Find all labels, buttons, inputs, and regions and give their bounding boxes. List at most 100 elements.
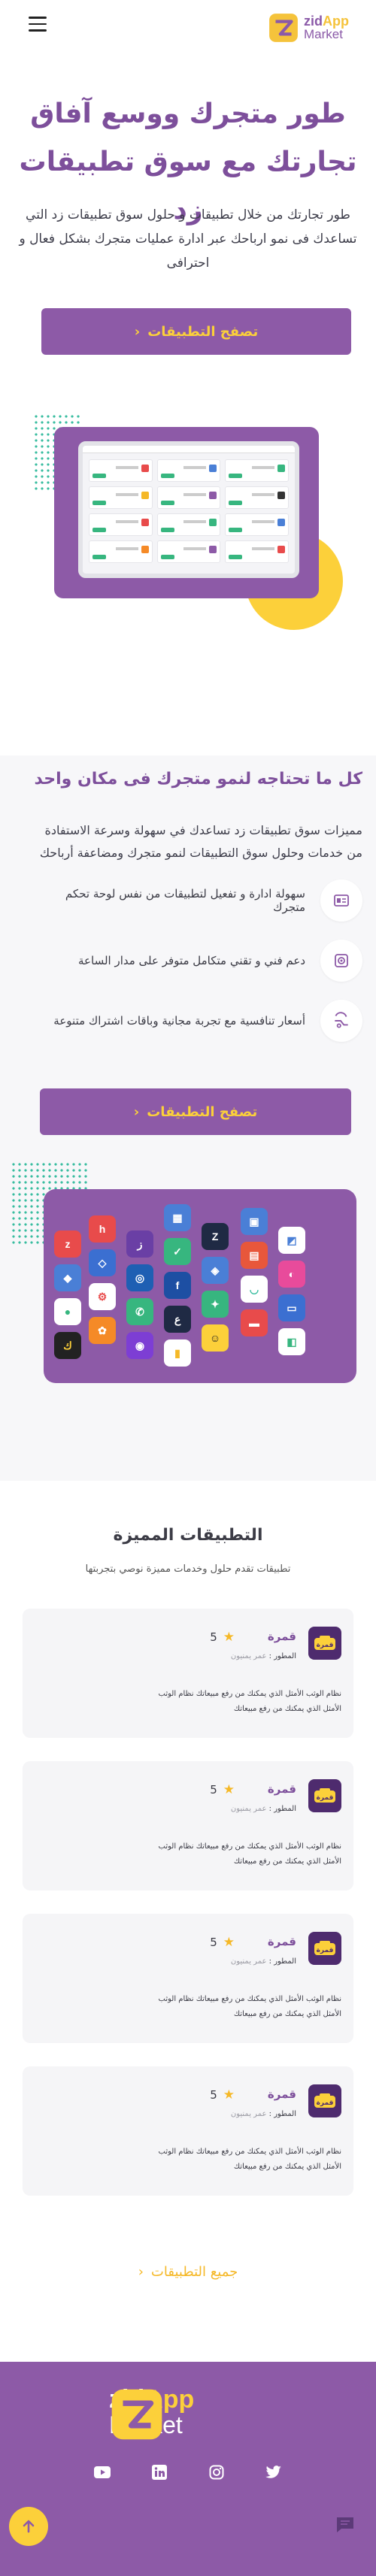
- browse-apps-button-2[interactable]: تصفح التطبيقات ‹: [40, 1088, 351, 1135]
- app-logo-icon: ◉: [126, 1332, 153, 1359]
- app-logo-icon: h: [89, 1215, 116, 1243]
- chevron-left-icon: ‹: [138, 2264, 144, 2280]
- developer-label: المطور :: [268, 1652, 296, 1660]
- dashboard-icon: [320, 879, 362, 922]
- app-rating: 5 ★: [210, 1630, 235, 1645]
- twitter-icon[interactable]: [265, 2464, 282, 2481]
- app-logo-icon: ▭: [278, 1294, 305, 1321]
- chat-icon[interactable]: [335, 2516, 355, 2534]
- app-rating: 5 ★: [210, 2087, 235, 2102]
- developer-name: عمر يمنيون: [230, 2110, 267, 2118]
- star-icon: ★: [223, 1782, 235, 1797]
- app-name: قمرة: [267, 1782, 296, 1796]
- app-logo-icon: ▤: [241, 1242, 268, 1269]
- support-icon: [320, 940, 362, 982]
- app-logo-icon: ◡: [241, 1276, 268, 1303]
- rating-value: 5: [210, 1936, 217, 1949]
- app-logo-icon: f: [164, 1272, 191, 1299]
- all-apps-link[interactable]: جميع التطبيقات ‹: [0, 2264, 376, 2280]
- app-developer: المطور : عمر يمنيون: [231, 1805, 296, 1813]
- app-logo-icon: ز: [126, 1230, 153, 1258]
- developer-label: المطور :: [268, 1957, 296, 1966]
- app-name: قمرة: [267, 1630, 296, 1643]
- pricing-icon: [320, 1000, 362, 1042]
- app-description: نظام الوثب الأمثل الذي يمكنك من رفع مبيع…: [158, 1995, 341, 2018]
- app-logo-icon: ☺: [202, 1324, 229, 1352]
- features-description: مميزات سوق تطبيقات زد تساعدك في سهولة وس…: [39, 823, 362, 860]
- browse-apps-label: تصفح التطبيقات: [147, 323, 259, 340]
- featured-apps-subtitle: تطبيقات تقدم حلول وخدمات مميزة نوصي بتجر…: [85, 1563, 291, 1575]
- app-logo-icon: ●: [54, 1298, 81, 1325]
- app-logo-icon: ◈: [202, 1257, 229, 1284]
- app-name: قمرة: [267, 1935, 296, 1948]
- features-title: كل ما تحتاجه لنمو متجرك فى مكان واحد: [34, 770, 362, 789]
- footer-logo-mark-icon: [111, 2389, 162, 2440]
- app-logo-icon: ⚙: [89, 1283, 116, 1310]
- instagram-icon[interactable]: [208, 2464, 225, 2481]
- app-logo-icon: ▦: [164, 1204, 191, 1231]
- app-description: نظام الوثب الأمثل الذي يمكنك من رفع مبيع…: [158, 2148, 341, 2171]
- logo-text-market: Market: [304, 27, 343, 41]
- app-card[interactable]: قمرة قمرة 5 ★ المطور : عمر يمنيون نظام ا…: [23, 1914, 353, 2043]
- apps-collage: z ◆ ● ك h ◇ ⚙ ✿ ز ◎ ✆ ◉ ▦ ✓ f ع ▮ Z ◈ ✦ …: [44, 1189, 356, 1383]
- feature-text: أسعار تنافسية مع تجربة مجانية وباقات اشت…: [53, 1014, 305, 1028]
- logo-mark-icon: [269, 14, 298, 42]
- app-logo-icon: ✆: [126, 1298, 153, 1325]
- app-logo-icon: ع: [164, 1306, 191, 1333]
- menu-icon[interactable]: [29, 17, 47, 32]
- star-icon: ★: [223, 1935, 235, 1950]
- hero-title-line1: طور متجرك ووسع آفاق: [30, 98, 346, 129]
- feature-item: أسعار تنافسية مع تجربة مجانية وباقات اشت…: [30, 998, 362, 1043]
- app-logo-icon: ◆: [54, 1264, 81, 1291]
- app-logo-icon: Z: [202, 1223, 229, 1250]
- app-card[interactable]: قمرة قمرة 5 ★ المطور : عمر يمنيون نظام ا…: [23, 2066, 353, 2196]
- app-name: قمرة: [267, 2087, 296, 2101]
- arrow-up-icon: [23, 2520, 35, 2533]
- svg-text:قمرة: قمرة: [317, 1642, 334, 1649]
- app-developer: المطور : عمر يمنيون: [231, 2110, 296, 2118]
- app-logo-icon: ✓: [164, 1238, 191, 1265]
- app-description: نظام الوثب الأمثل الذي يمكنك من رفع مبيع…: [158, 1842, 341, 1866]
- app-logo-icon: قمرة: [308, 1779, 341, 1812]
- feature-item: دعم فني و تقني متكامل متوفر على مدار الس…: [30, 938, 362, 983]
- logo-text-zid: zid: [304, 14, 323, 29]
- developer-name: عمر يمنيون: [230, 1805, 267, 1813]
- app-rating: 5 ★: [210, 1935, 235, 1950]
- app-logo-icon: ✦: [202, 1291, 229, 1318]
- logo-text-app: App: [323, 14, 349, 29]
- app-logo-icon: ◐: [278, 1261, 305, 1288]
- app-logo-icon: ◎: [126, 1264, 153, 1291]
- linkedin-icon[interactable]: [151, 2464, 168, 2481]
- featured-apps-title: التطبيقات المميزة: [113, 1526, 263, 1545]
- app-logo-icon: z: [54, 1230, 81, 1258]
- developer-label: المطور :: [268, 2110, 296, 2118]
- chevron-left-icon: ‹: [133, 1103, 140, 1120]
- app-card[interactable]: قمرة قمرة 5 ★ المطور : عمر يمنيون نظام ا…: [23, 1609, 353, 1738]
- developer-label: المطور :: [268, 1805, 296, 1813]
- app-logo-icon: ◩: [278, 1227, 305, 1254]
- hero-description: طور تجارتك من خلال تطبيقات و حلول سوق تط…: [19, 207, 357, 271]
- logo[interactable]: zidApp Market: [268, 12, 349, 44]
- browse-apps-label: تصفح التطبيقات: [147, 1103, 258, 1120]
- dashboard-screenshot: [78, 441, 299, 578]
- youtube-icon[interactable]: [94, 2464, 111, 2481]
- app-logo-icon: ▬: [241, 1309, 268, 1336]
- app-rating: 5 ★: [210, 1782, 235, 1797]
- developer-name: عمر يمنيون: [230, 1652, 267, 1660]
- rating-value: 5: [210, 1630, 217, 1644]
- app-logo-icon: قمرة: [308, 2084, 341, 2117]
- svg-text:قمرة: قمرة: [317, 1947, 334, 1954]
- app-logo-icon: ◧: [278, 1328, 305, 1355]
- app-card[interactable]: قمرة قمرة 5 ★ المطور : عمر يمنيون نظام ا…: [23, 1761, 353, 1890]
- feature-item: سهولة ادارة و تفعيل لتطبيقات من نفس لوحة…: [30, 878, 362, 923]
- rating-value: 5: [210, 1783, 217, 1797]
- chevron-left-icon: ‹: [134, 323, 141, 340]
- browse-apps-button[interactable]: تصفح التطبيقات ‹: [41, 308, 351, 355]
- developer-name: عمر يمنيون: [230, 1957, 267, 1966]
- scroll-to-top-button[interactable]: [9, 2507, 48, 2546]
- app-developer: المطور : عمر يمنيون: [231, 1652, 296, 1660]
- feature-text: سهولة ادارة و تفعيل لتطبيقات من نفس لوحة…: [65, 887, 305, 914]
- app-logo-icon: قمرة: [308, 1627, 341, 1660]
- star-icon: ★: [223, 1630, 235, 1645]
- app-logo-icon: ◇: [89, 1249, 116, 1276]
